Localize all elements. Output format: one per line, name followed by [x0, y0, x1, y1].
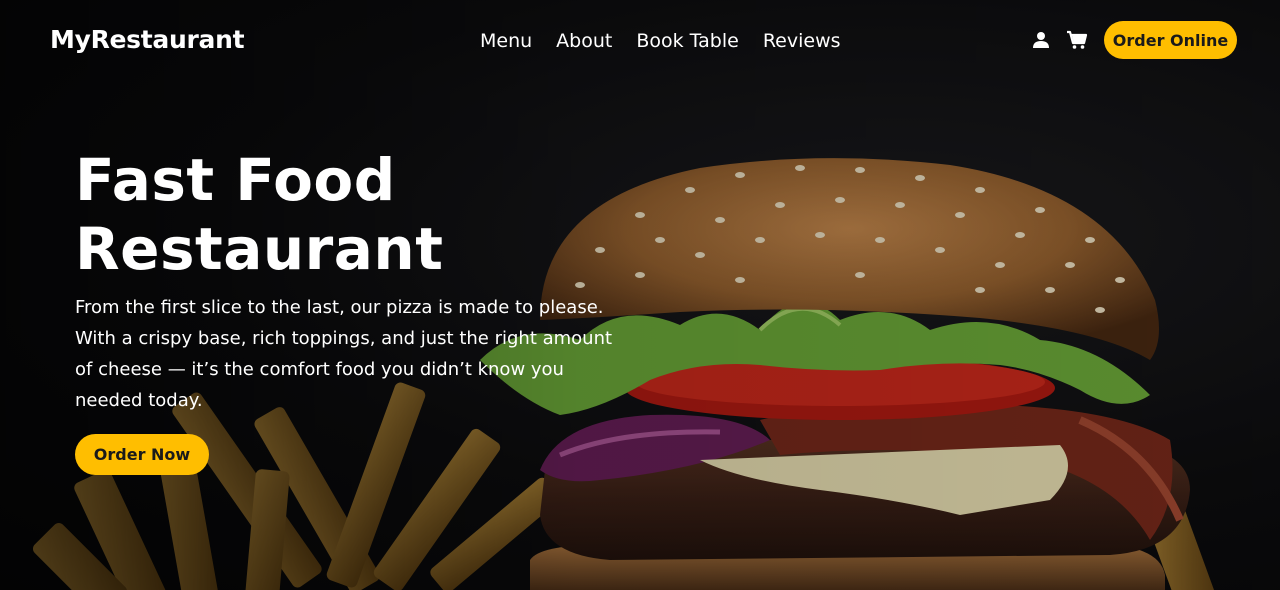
- hero-section: MyRestaurant Menu About Book Table Revie…: [0, 0, 1280, 590]
- nav-links: Menu About Book Table Reviews: [472, 28, 841, 54]
- brand-logo[interactable]: MyRestaurant: [50, 25, 245, 54]
- nav-link-menu[interactable]: Menu: [472, 28, 532, 54]
- order-now-button[interactable]: Order Now: [75, 434, 209, 475]
- hero-title-line2: Restaurant: [75, 215, 444, 283]
- nav-link-about[interactable]: About: [548, 28, 612, 54]
- order-online-button[interactable]: Order Online: [1104, 21, 1237, 59]
- hero-description: From the first slice to the last, our pi…: [75, 297, 613, 411]
- hero-content: Fast Food Restaurant From the first slic…: [75, 146, 645, 475]
- hero-title: Fast Food Restaurant: [75, 146, 645, 284]
- user-icon[interactable]: [1032, 31, 1050, 49]
- shopping-cart-icon[interactable]: [1066, 30, 1088, 50]
- navbar: MyRestaurant Menu About Book Table Revie…: [0, 0, 1280, 82]
- hero-title-line1: Fast Food: [75, 146, 396, 214]
- nav-link-reviews[interactable]: Reviews: [755, 28, 841, 54]
- nav-link-book-table[interactable]: Book Table: [628, 28, 738, 54]
